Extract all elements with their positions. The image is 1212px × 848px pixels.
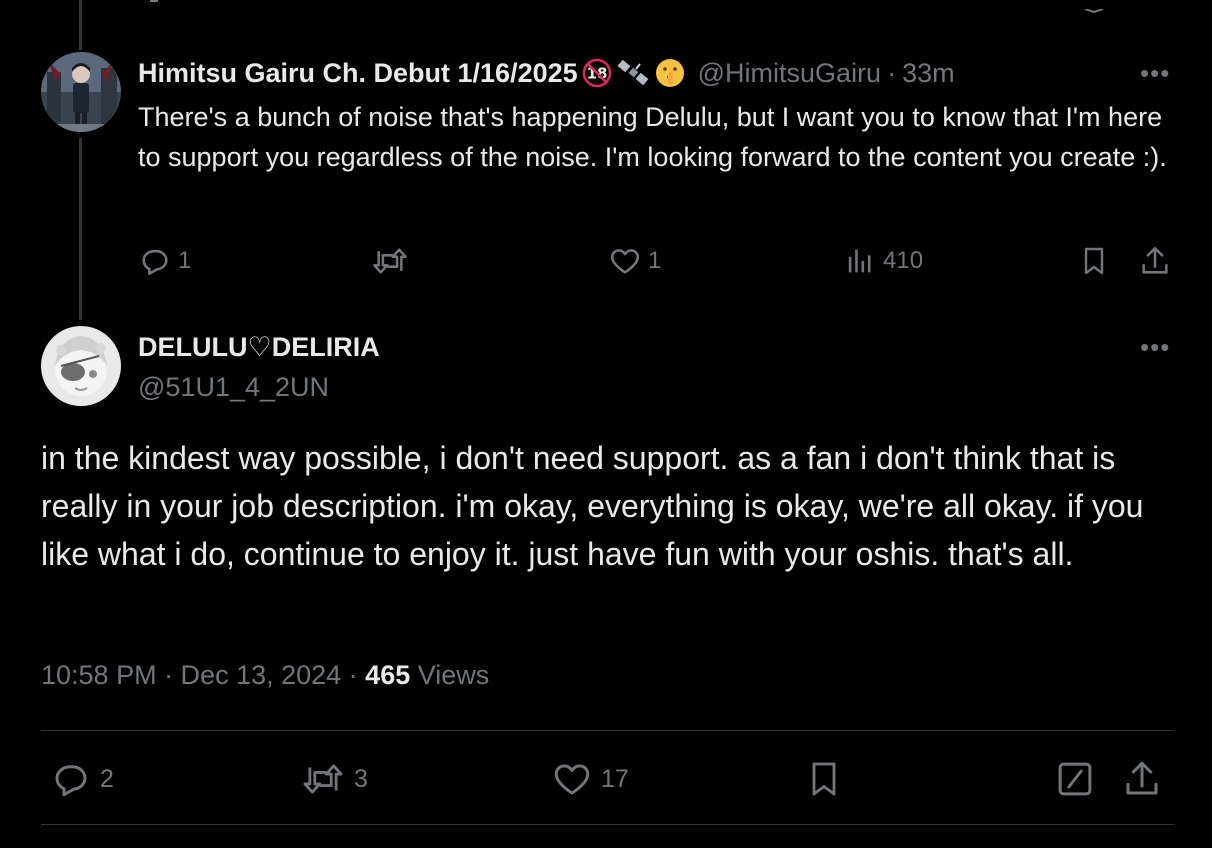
reply-time[interactable]: 33m — [902, 58, 955, 89]
share-icon — [1142, 246, 1168, 274]
reply-like-count: 1 — [648, 247, 662, 274]
reply-header: Himitsu Gairu Ch. Debut 1/16/2025 18 @Hi… — [138, 55, 955, 91]
reply-bookmark-button[interactable] — [1078, 244, 1110, 278]
repost-icon — [303, 764, 343, 794]
main-bookmark-button[interactable] — [804, 758, 844, 800]
shushing-face-icon — [654, 57, 686, 89]
main-like-button[interactable]: 17 — [551, 758, 629, 800]
main-like-count: 17 — [601, 764, 629, 793]
repost-icon — [373, 248, 407, 274]
divider-bottom — [41, 824, 1174, 825]
cutoff-icon — [1083, 0, 1105, 14]
bookmark-icon — [1084, 247, 1104, 275]
share-icon — [1126, 761, 1158, 795]
no-under-18-icon: 18 — [582, 58, 612, 88]
main-repost-count: 3 — [354, 764, 368, 793]
divider-top — [41, 730, 1174, 731]
reply-icon — [142, 249, 168, 276]
reply-views-button[interactable]: 410 — [843, 244, 923, 278]
reply-like-button[interactable]: 1 — [608, 244, 661, 278]
reply-share-button[interactable] — [1138, 244, 1172, 278]
main-views-label: Views — [410, 660, 490, 690]
reply-separator: · — [887, 57, 897, 88]
reply-repost-button[interactable] — [370, 244, 416, 278]
main-repost-button[interactable]: 3 — [300, 758, 368, 800]
grok-icon — [1058, 762, 1092, 796]
reply-avatar[interactable] — [41, 52, 121, 132]
satellite-icon — [616, 58, 650, 88]
bookmark-icon — [812, 762, 836, 796]
main-reply-button[interactable]: 2 — [50, 758, 114, 800]
main-grok-button[interactable] — [1054, 758, 1096, 800]
main-handle[interactable]: @51U1_4_2UN — [138, 372, 329, 403]
reply-body: There's a bunch of noise that's happenin… — [138, 102, 1167, 172]
reply-reply-button[interactable]: 1 — [138, 244, 191, 278]
reply-views-count: 410 — [883, 247, 924, 274]
views-icon — [848, 249, 871, 273]
main-display-name[interactable]: DELULU♡DELIRIA — [138, 332, 380, 363]
main-meta: 10:58 PM · Dec 13, 2024 · 465 Views — [41, 660, 489, 691]
main-share-button[interactable] — [1121, 758, 1163, 800]
main-reply-count: 2 — [100, 764, 114, 793]
cutoff-divider — [150, 0, 158, 2]
heart-icon — [610, 249, 640, 274]
heart-icon — [554, 764, 590, 795]
main-display-name-row: DELULU♡DELIRIA — [138, 330, 380, 364]
thread-line-top — [79, 0, 82, 50]
main-views-count: 465 — [365, 660, 411, 690]
reply-more-button[interactable]: ••• — [1140, 60, 1170, 86]
thread-line-bottom — [79, 138, 82, 320]
main-timestamp[interactable]: 10:58 PM · Dec 13, 2024 · — [41, 660, 365, 690]
main-more-button[interactable]: ••• — [1140, 334, 1170, 360]
main-handle-row: @51U1_4_2UN — [138, 370, 329, 404]
main-avatar[interactable] — [41, 326, 121, 406]
reply-reply-count: 1 — [178, 247, 192, 274]
reply-display-name[interactable]: Himitsu Gairu Ch. Debut 1/16/2025 — [138, 58, 578, 89]
reply-icon — [55, 765, 87, 797]
main-body: in the kindest way possible, i don't nee… — [41, 440, 1144, 572]
reply-handle[interactable]: @HimitsuGairu — [698, 58, 881, 89]
